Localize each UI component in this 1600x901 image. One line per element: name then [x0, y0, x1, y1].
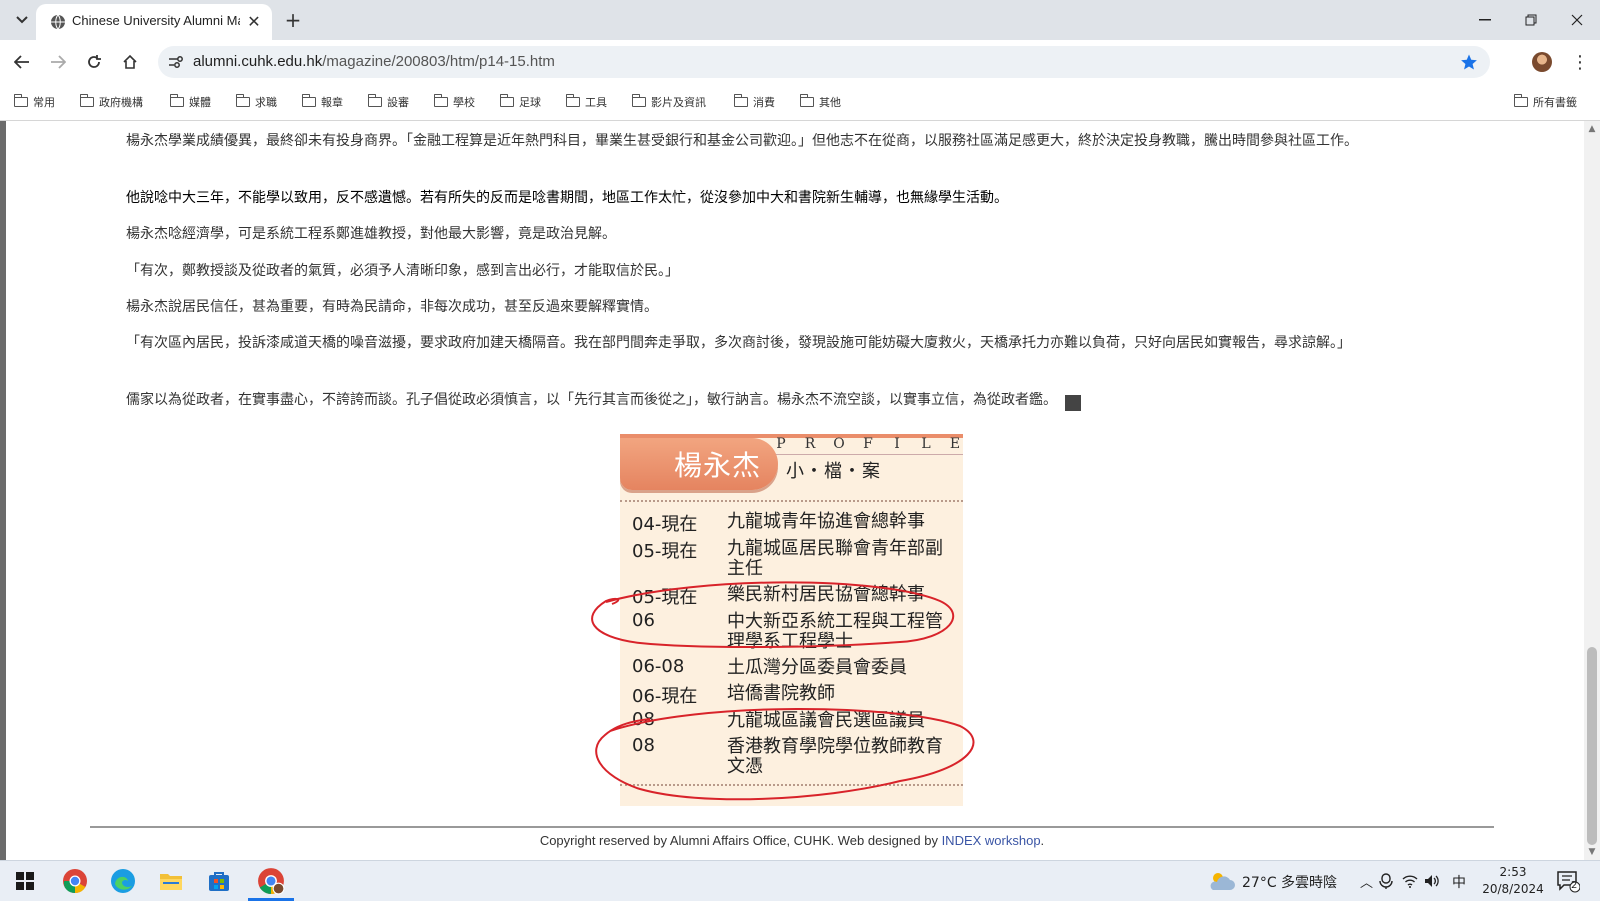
restore-icon[interactable]: [1516, 6, 1546, 34]
page-footer: Copyright reserved by Alumni Affairs Off…: [539, 833, 1045, 848]
scrollbar-thumb[interactable]: [1587, 647, 1597, 845]
ime-indicator[interactable]: 中: [1452, 872, 1466, 892]
tab-close-icon[interactable]: ✕: [244, 11, 264, 31]
clock-time: 2:53: [1499, 865, 1527, 879]
minimize-icon[interactable]: [1470, 6, 1500, 34]
clock-date: 20/8/2024: [1482, 882, 1544, 896]
folder-icon: [433, 94, 448, 107]
tab-strip: Chinese University Alumni Ma ✕ +: [0, 0, 1600, 40]
volume-icon[interactable]: [1422, 867, 1442, 895]
bookmark-folder[interactable]: 設審: [367, 93, 409, 111]
windows-taskbar: 27°C 多雲時陰 ︿ 中 2:53 20/8/2024 2: [0, 860, 1600, 901]
bookmark-folder[interactable]: 足球: [499, 93, 541, 111]
bookmark-star-icon[interactable]: [1458, 51, 1480, 73]
system-clock[interactable]: 2:53 20/8/2024: [1478, 864, 1548, 898]
tab-search-chevron-icon[interactable]: [10, 8, 34, 32]
url-path: /magazine/200803/htm/p14-15.htm: [322, 53, 555, 70]
scroll-down-arrow-icon[interactable]: ▼: [1584, 844, 1600, 860]
site-info-icon[interactable]: [166, 52, 186, 72]
bookmark-folder[interactable]: 消費: [733, 93, 775, 111]
notification-count: 2: [1571, 880, 1578, 891]
tab-title: Chinese University Alumni Ma: [72, 13, 240, 28]
bookmark-folder[interactable]: 工具: [565, 93, 607, 111]
bookmark-folder[interactable]: 常用: [13, 93, 55, 111]
scroll-up-arrow-icon[interactable]: ▲: [1584, 121, 1600, 137]
url-host: alumni.cuhk.edu.hk: [193, 53, 323, 70]
folder-icon: [631, 94, 646, 107]
folder-icon: [499, 94, 514, 107]
folder-icon: [13, 94, 28, 107]
folder-icon: [565, 94, 580, 107]
workshop-link[interactable]: workshop: [981, 833, 1041, 848]
folder-icon: [301, 94, 316, 107]
index-link[interactable]: INDEX: [942, 833, 982, 848]
folder-icon: [367, 94, 382, 107]
chrome-taskbar-icon[interactable]: [58, 867, 92, 895]
store-icon[interactable]: [202, 867, 236, 895]
folder-icon: [799, 94, 814, 107]
folder-icon: [79, 94, 94, 107]
annotation-circle: [591, 581, 954, 649]
bookmark-folder[interactable]: 政府機構: [79, 93, 143, 111]
bookmark-folder[interactable]: 求職: [235, 93, 277, 111]
globe-icon: [50, 14, 66, 30]
windows-start-icon[interactable]: [8, 867, 42, 895]
folder-icon: [1513, 94, 1528, 107]
page-viewport: 楊永杰學業成績優異，最終卻未有投身商界。「金融工程算是近年熱門科目，畢業生甚受銀…: [0, 121, 1584, 860]
profile-avatar[interactable]: [1532, 52, 1552, 72]
all-bookmarks-folder[interactable]: 所有書籤: [1513, 93, 1577, 111]
bookmark-folder[interactable]: 影片及資訊: [631, 93, 706, 111]
bookmark-folder[interactable]: 學校: [433, 93, 475, 111]
address-bar[interactable]: alumni.cuhk.edu.hk/magazine/200803/htm/p…: [158, 46, 1490, 78]
folder-icon: [733, 94, 748, 107]
close-window-icon[interactable]: [1562, 6, 1592, 34]
url-text[interactable]: alumni.cuhk.edu.hk/magazine/200803/htm/p…: [193, 53, 555, 70]
edge-taskbar-icon[interactable]: [106, 867, 140, 895]
back-arrow-icon[interactable]: [10, 50, 34, 74]
more-menu-icon[interactable]: ⋮: [1571, 50, 1589, 74]
bookmarks-bar: 常用 政府機構 媒體 求職 報章 設審 學校 足球 工具 影片及資訊 消費 其他…: [0, 84, 1600, 121]
meet-icon[interactable]: [1376, 867, 1396, 895]
forward-arrow-icon[interactable]: [46, 50, 70, 74]
chrome-profile-taskbar-icon[interactable]: [254, 867, 288, 895]
vertical-scrollbar[interactable]: ▲ ▼: [1584, 121, 1600, 860]
bookmark-folder[interactable]: 報章: [301, 93, 343, 111]
copyright-text: Copyright reserved by Alumni Affairs Off…: [539, 833, 942, 848]
reload-icon[interactable]: [82, 50, 106, 74]
notification-icon[interactable]: 2: [1556, 869, 1581, 893]
active-tab[interactable]: Chinese University Alumni Ma ✕: [36, 4, 272, 40]
weather-cloud-icon[interactable]: [1204, 867, 1238, 895]
folder-icon: [235, 94, 250, 107]
folder-icon: [169, 94, 184, 107]
bookmark-folder[interactable]: 媒體: [169, 93, 211, 111]
browser-toolbar: alumni.cuhk.edu.hk/magazine/200803/htm/p…: [0, 40, 1600, 84]
bookmark-folder[interactable]: 其他: [799, 93, 841, 111]
red-annotation-layer: [591, 581, 975, 801]
file-explorer-icon[interactable]: [154, 867, 188, 895]
footer-rule: [90, 826, 1494, 828]
new-tab-button[interactable]: +: [280, 7, 306, 33]
weather-text[interactable]: 27°C 多雲時陰: [1242, 872, 1337, 892]
tray-overflow-chevron-icon[interactable]: ︿: [1360, 872, 1373, 891]
annotation-circle: [595, 708, 975, 801]
network-icon[interactable]: [1400, 867, 1420, 895]
home-icon[interactable]: [118, 50, 142, 74]
